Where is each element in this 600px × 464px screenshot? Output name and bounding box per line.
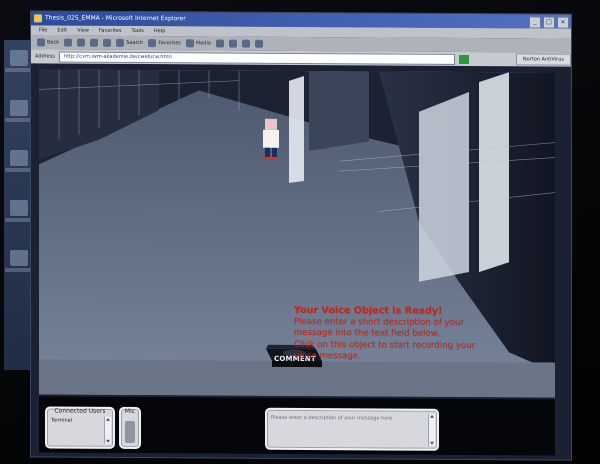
search-label: Search	[126, 39, 144, 47]
pillar	[289, 76, 304, 183]
desktop-icon-label	[5, 268, 33, 272]
media-label: Media	[195, 40, 211, 47]
description-panel: Please enter a description of your messa…	[265, 407, 439, 451]
avatar-leg	[272, 147, 277, 158]
print-button[interactable]	[241, 39, 250, 48]
menu-edit[interactable]: Edit	[57, 26, 67, 36]
home-icon	[103, 38, 112, 47]
ie-logo-icon	[34, 14, 42, 23]
background-block	[309, 71, 369, 152]
desktop-icon-label	[5, 218, 33, 222]
avatar-shoe	[271, 156, 278, 160]
favorites-label: Favorites	[158, 40, 181, 47]
menu-tools[interactable]: Tools	[132, 26, 144, 36]
search-icon	[116, 38, 125, 47]
forward-button[interactable]	[64, 38, 73, 47]
desktop-icon-label	[5, 68, 33, 72]
browser-window: Thesis_02S_EMMA - Microsoft Internet Exp…	[30, 10, 572, 461]
light-column	[479, 72, 509, 273]
menu-view[interactable]: View	[77, 26, 89, 36]
description-input[interactable]: Please enter a description of your messa…	[271, 415, 392, 422]
refresh-icon	[90, 38, 99, 47]
refresh-button[interactable]	[90, 38, 99, 47]
star-icon	[148, 39, 157, 48]
back-arrow-icon	[37, 38, 45, 47]
print-icon	[241, 39, 250, 48]
voice-object-message: Your Voice Object is Ready! Please enter…	[294, 305, 544, 364]
maximize-button[interactable]: □	[543, 16, 555, 29]
avatar-head	[265, 118, 277, 130]
menu-favorites[interactable]: Favorites	[99, 26, 122, 36]
media-button[interactable]: Media	[185, 39, 211, 48]
menu-help[interactable]: Help	[154, 26, 165, 36]
media-icon	[185, 39, 194, 48]
history-icon	[215, 39, 224, 48]
desktop-icon[interactable]	[10, 250, 28, 266]
search-button[interactable]: Search	[116, 38, 144, 47]
users-scrollbar[interactable]	[104, 416, 111, 444]
avatar-shoe	[264, 156, 271, 160]
back-button[interactable]: Back	[37, 38, 60, 47]
message-heading: Your Voice Object is Ready!	[294, 304, 443, 317]
mic-panel: Mic	[119, 406, 141, 450]
links-button[interactable]: Norton AntiVirus	[515, 53, 571, 66]
desktop-icon[interactable]	[10, 50, 28, 66]
light-column	[419, 92, 469, 282]
favorites-button[interactable]: Favorites	[148, 39, 181, 48]
address-input[interactable]: http://cvm.iwm-akademie.de/cweb/cw.html	[58, 51, 455, 65]
mic-level-bar[interactable]	[125, 420, 135, 443]
mail-icon	[228, 39, 237, 48]
message-line: voice message.	[294, 351, 361, 362]
connected-users-title: Connected Users	[54, 407, 106, 415]
desktop-icon[interactable]	[10, 200, 28, 216]
desktop-icon-label	[5, 118, 33, 122]
back-label: Back	[47, 39, 60, 46]
avatar-body	[263, 129, 279, 148]
stop-button[interactable]	[77, 38, 86, 47]
desktop-icon[interactable]	[10, 150, 28, 166]
go-button[interactable]	[458, 54, 469, 64]
address-bar: Address http://cvm.iwm-akademie.de/cweb/…	[31, 49, 571, 67]
window-title: Thesis_02S_EMMA - Microsoft Internet Exp…	[45, 14, 186, 23]
desktop-icon[interactable]	[10, 100, 28, 116]
connected-user-item[interactable]: Terminal	[51, 417, 72, 423]
forward-arrow-icon	[64, 38, 73, 47]
edit-button[interactable]	[254, 39, 263, 48]
menu-file[interactable]: File	[39, 25, 47, 35]
bottom-control-panel: Connected Users Terminal Mic Please ente…	[39, 396, 555, 456]
desktop-icon-label	[5, 168, 33, 172]
close-button[interactable]: ×	[557, 16, 569, 29]
description-scrollbar[interactable]	[428, 413, 435, 446]
history-button[interactable]	[215, 39, 224, 48]
mail-button[interactable]	[228, 39, 237, 48]
connected-users-panel: Connected Users Terminal	[45, 406, 115, 449]
3d-scene-viewport[interactable]: COMMENT Your Voice Object is Ready! Plea…	[39, 69, 555, 398]
home-button[interactable]	[103, 38, 112, 47]
minimize-button[interactable]: _	[529, 16, 541, 29]
avatar-leg	[265, 147, 270, 158]
edit-icon	[254, 39, 263, 48]
mic-title: Mic	[124, 407, 136, 415]
stop-icon	[77, 38, 86, 47]
address-label: Address	[35, 53, 55, 60]
